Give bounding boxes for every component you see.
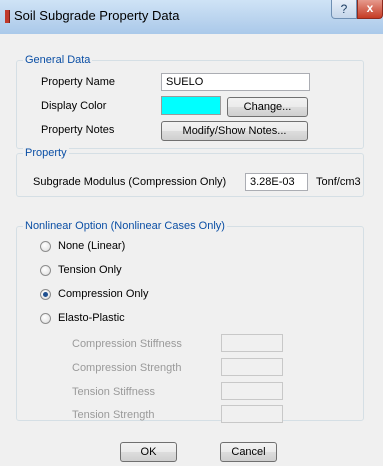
subgrade-modulus-label: Subgrade Modulus (Compression Only) (33, 176, 227, 188)
tension-strength-label: Tension Strength (72, 409, 155, 421)
dialog-body: General Data Property Name Display Color… (0, 34, 383, 466)
property-legend: Property (23, 147, 69, 160)
app-icon (5, 10, 10, 23)
cancel-button[interactable]: Cancel (220, 442, 277, 462)
modify-notes-button[interactable]: Modify/Show Notes... (161, 121, 308, 141)
property-name-input[interactable] (161, 73, 310, 91)
radio-compression-only[interactable] (40, 289, 51, 300)
radio-elasto-plastic-label[interactable]: Elasto-Plastic (58, 312, 125, 325)
radio-none-linear-label[interactable]: None (Linear) (58, 240, 125, 253)
radio-tension-only[interactable] (40, 265, 51, 276)
compression-strength-label: Compression Strength (72, 362, 182, 374)
title-bar[interactable]: Soil Subgrade Property Data ? x (0, 0, 383, 34)
general-data-legend: General Data (23, 54, 93, 67)
help-button[interactable]: ? (331, 0, 357, 19)
nonlinear-option-legend: Nonlinear Option (Nonlinear Cases Only) (23, 220, 227, 233)
display-color-label: Display Color (41, 100, 107, 112)
radio-tension-only-label[interactable]: Tension Only (58, 264, 122, 277)
subgrade-modulus-input[interactable] (245, 173, 308, 191)
compression-strength-input[interactable] (221, 358, 283, 376)
change-color-button[interactable]: Change... (227, 97, 308, 117)
radio-none-linear[interactable] (40, 241, 51, 252)
property-group: Property (16, 147, 364, 197)
compression-stiffness-input[interactable] (221, 334, 283, 352)
radio-elasto-plastic[interactable] (40, 313, 51, 324)
modulus-units-label: Tonf/cm3 (316, 176, 361, 188)
property-name-label: Property Name (41, 76, 115, 88)
close-button[interactable]: x (357, 0, 383, 19)
radio-compression-only-label[interactable]: Compression Only (58, 288, 148, 301)
display-color-swatch (161, 96, 221, 115)
property-notes-label: Property Notes (41, 124, 115, 136)
tension-strength-input[interactable] (221, 405, 283, 423)
window-title: Soil Subgrade Property Data (14, 8, 180, 23)
ok-button[interactable]: OK (120, 442, 177, 462)
tension-stiffness-input[interactable] (221, 382, 283, 400)
tension-stiffness-label: Tension Stiffness (72, 386, 155, 398)
compression-stiffness-label: Compression Stiffness (72, 338, 182, 350)
